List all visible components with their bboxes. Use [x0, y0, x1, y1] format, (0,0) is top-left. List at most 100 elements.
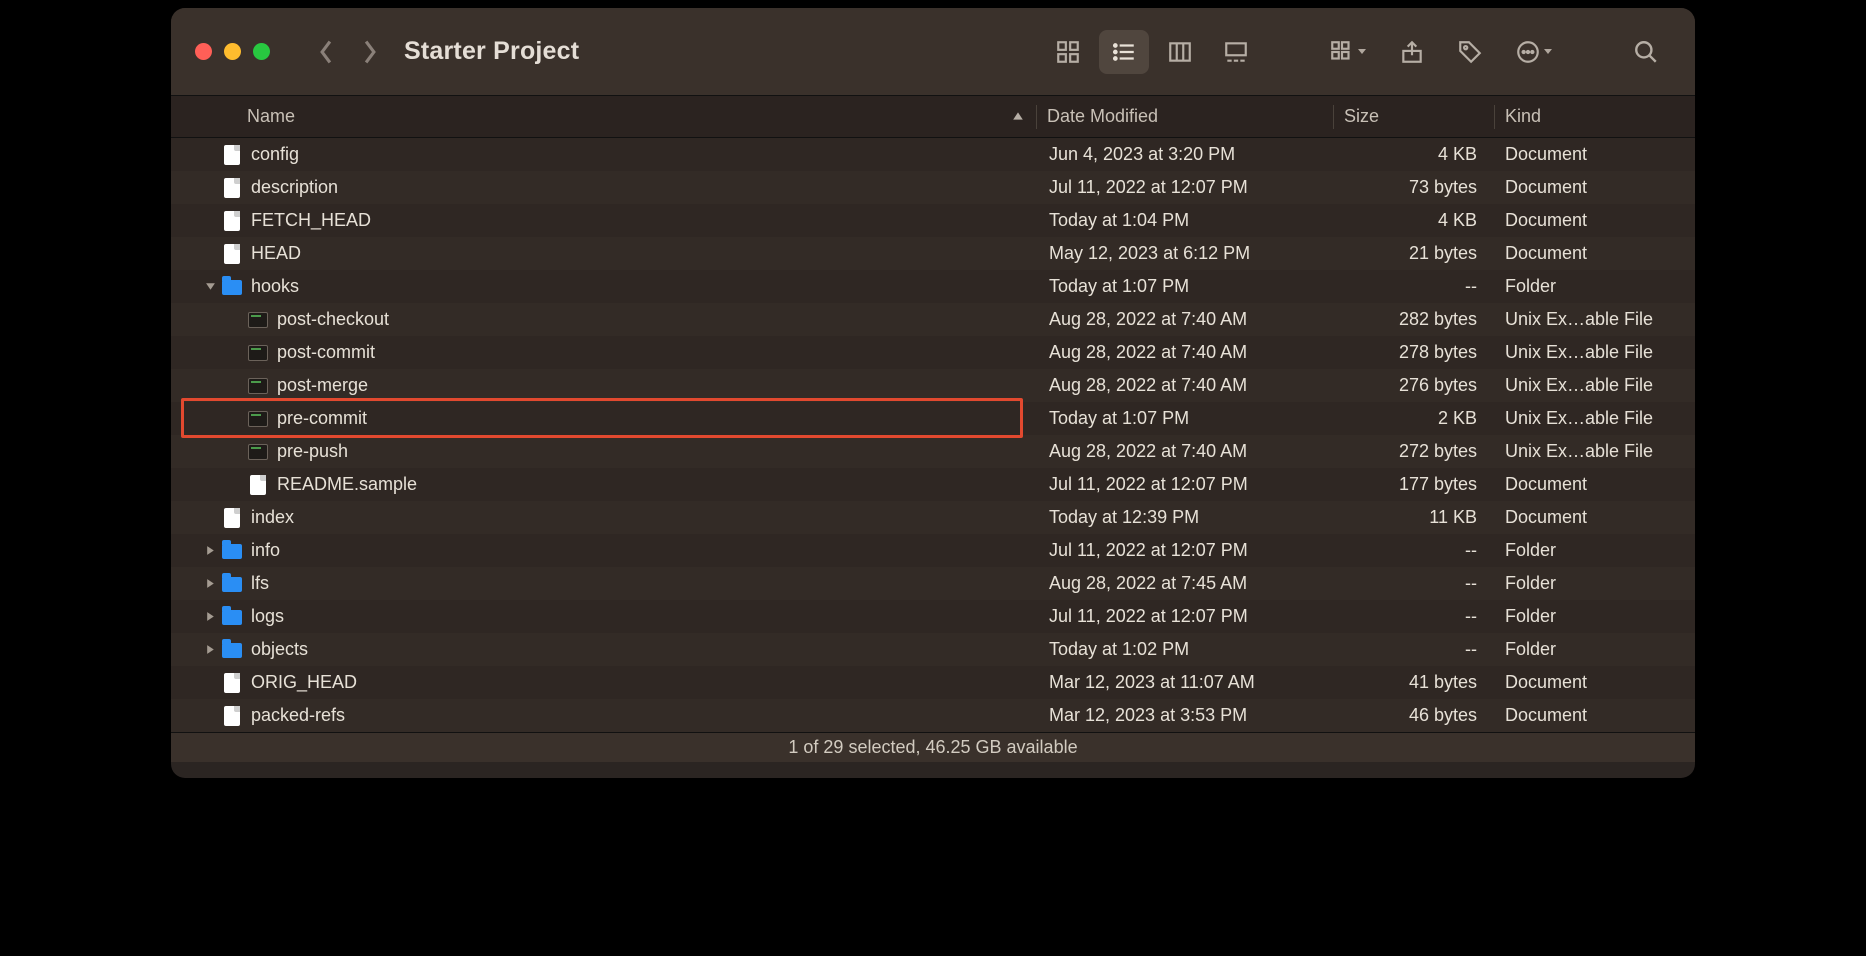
file-date: Aug 28, 2022 at 7:40 AM	[1039, 309, 1335, 330]
file-name: post-merge	[277, 375, 368, 396]
finder-window: Starter Project	[171, 8, 1695, 778]
window-controls	[195, 43, 270, 60]
file-name: post-commit	[277, 342, 375, 363]
group-icon	[1329, 39, 1355, 65]
file-date: Jul 11, 2022 at 12:07 PM	[1039, 606, 1335, 627]
file-kind: Unix Ex…able File	[1495, 309, 1695, 330]
file-kind: Folder	[1495, 276, 1695, 297]
executable-icon	[247, 441, 269, 463]
status-text: 1 of 29 selected, 46.25 GB available	[788, 737, 1077, 758]
file-list-wrap: configJun 4, 2023 at 3:20 PM4 KBDocument…	[171, 138, 1695, 732]
gallery-icon	[1223, 39, 1249, 65]
file-row[interactable]: infoJul 11, 2022 at 12:07 PM--Folder	[171, 534, 1695, 567]
file-date: May 12, 2023 at 6:12 PM	[1039, 243, 1335, 264]
file-row[interactable]: objectsToday at 1:02 PM--Folder	[171, 633, 1695, 666]
file-name: hooks	[251, 276, 299, 297]
file-kind: Unix Ex…able File	[1495, 342, 1695, 363]
disclosure-triangle[interactable]	[199, 644, 221, 655]
chevron-down-icon	[1357, 46, 1367, 56]
file-name: logs	[251, 606, 284, 627]
file-kind: Folder	[1495, 606, 1695, 627]
search-button[interactable]	[1621, 30, 1671, 74]
column-headers: Name Date Modified Size Kind	[171, 96, 1695, 138]
file-row[interactable]: lfsAug 28, 2022 at 7:45 AM--Folder	[171, 567, 1695, 600]
file-size: 4 KB	[1335, 144, 1495, 165]
grid-icon	[1055, 39, 1081, 65]
file-list[interactable]: configJun 4, 2023 at 3:20 PM4 KBDocument…	[171, 138, 1695, 732]
tag-icon	[1457, 39, 1483, 65]
file-size: 278 bytes	[1335, 342, 1495, 363]
file-row[interactable]: pre-pushAug 28, 2022 at 7:40 AM272 bytes…	[171, 435, 1695, 468]
file-kind: Document	[1495, 705, 1695, 726]
group-by-button[interactable]	[1317, 30, 1379, 74]
file-size: --	[1335, 276, 1495, 297]
file-row[interactable]: post-checkoutAug 28, 2022 at 7:40 AM282 …	[171, 303, 1695, 336]
column-view-button[interactable]	[1155, 30, 1205, 74]
chevron-left-icon	[317, 39, 335, 65]
status-bar: 1 of 29 selected, 46.25 GB available	[171, 732, 1695, 762]
action-menu-button[interactable]	[1503, 30, 1565, 74]
icon-view-button[interactable]	[1043, 30, 1093, 74]
file-kind: Document	[1495, 507, 1695, 528]
disclosure-triangle[interactable]	[199, 611, 221, 622]
column-header-kind[interactable]: Kind	[1495, 106, 1695, 127]
file-size: 21 bytes	[1335, 243, 1495, 264]
chevron-down-icon	[1543, 46, 1553, 56]
tags-button[interactable]	[1445, 30, 1495, 74]
file-row[interactable]: post-commitAug 28, 2022 at 7:40 AM278 by…	[171, 336, 1695, 369]
file-row[interactable]: packed-refsMar 12, 2023 at 3:53 PM46 byt…	[171, 699, 1695, 732]
column-header-size[interactable]: Size	[1334, 106, 1494, 127]
folder-icon	[221, 276, 243, 298]
file-row[interactable]: hooks Today at 1:07 PM--Folder	[171, 270, 1695, 303]
file-row[interactable]: indexToday at 12:39 PM11 KBDocument	[171, 501, 1695, 534]
disclosure-triangle[interactable]	[199, 545, 221, 556]
file-date: Today at 1:04 PM	[1039, 210, 1335, 231]
document-icon	[221, 507, 243, 529]
file-kind: Folder	[1495, 639, 1695, 660]
file-row[interactable]: FETCH_HEADToday at 1:04 PM4 KBDocument	[171, 204, 1695, 237]
disclosure-triangle[interactable]	[199, 578, 221, 589]
file-kind: Unix Ex…able File	[1495, 441, 1695, 462]
file-date: Mar 12, 2023 at 3:53 PM	[1039, 705, 1335, 726]
file-size: 73 bytes	[1335, 177, 1495, 198]
column-label: Name	[247, 106, 295, 127]
file-row[interactable]: post-mergeAug 28, 2022 at 7:40 AM276 byt…	[171, 369, 1695, 402]
file-kind: Document	[1495, 210, 1695, 231]
forward-button[interactable]	[352, 32, 388, 72]
share-button[interactable]	[1387, 30, 1437, 74]
folder-icon	[221, 573, 243, 595]
file-row[interactable]: ORIG_HEADMar 12, 2023 at 11:07 AM41 byte…	[171, 666, 1695, 699]
file-date: Jul 11, 2022 at 12:07 PM	[1039, 540, 1335, 561]
file-size: 272 bytes	[1335, 441, 1495, 462]
zoom-window-button[interactable]	[253, 43, 270, 60]
column-header-name[interactable]: Name	[171, 106, 1036, 127]
file-kind: Document	[1495, 177, 1695, 198]
minimize-window-button[interactable]	[224, 43, 241, 60]
file-date: Today at 1:07 PM	[1039, 276, 1335, 297]
file-name: info	[251, 540, 280, 561]
share-icon	[1399, 39, 1425, 65]
file-size: --	[1335, 606, 1495, 627]
file-row[interactable]: HEAD May 12, 2023 at 6:12 PM21 bytesDocum…	[171, 237, 1695, 270]
file-row[interactable]: pre-commitToday at 1:07 PM2 KBUnix Ex…ab…	[171, 402, 1695, 435]
close-window-button[interactable]	[195, 43, 212, 60]
file-kind: Document	[1495, 243, 1695, 264]
file-name: README.sample	[277, 474, 417, 495]
gallery-view-button[interactable]	[1211, 30, 1261, 74]
column-header-date[interactable]: Date Modified	[1037, 106, 1333, 127]
file-size: 46 bytes	[1335, 705, 1495, 726]
list-view-button[interactable]	[1099, 30, 1149, 74]
file-date: Today at 1:07 PM	[1039, 408, 1335, 429]
file-row[interactable]: configJun 4, 2023 at 3:20 PM4 KBDocument	[171, 138, 1695, 171]
file-row[interactable]: README.sampleJul 11, 2022 at 12:07 PM177…	[171, 468, 1695, 501]
list-icon	[1111, 39, 1137, 65]
back-button[interactable]	[308, 32, 344, 72]
file-size: 4 KB	[1335, 210, 1495, 231]
file-date: Jul 11, 2022 at 12:07 PM	[1039, 177, 1335, 198]
file-name: config	[251, 144, 299, 165]
file-name: HEAD	[251, 243, 301, 264]
file-row[interactable]: logs Jul 11, 2022 at 12:07 PM--Folder	[171, 600, 1695, 633]
disclosure-triangle[interactable]	[199, 281, 221, 292]
file-row[interactable]: descriptionJul 11, 2022 at 12:07 PM73 by…	[171, 171, 1695, 204]
file-name: index	[251, 507, 294, 528]
